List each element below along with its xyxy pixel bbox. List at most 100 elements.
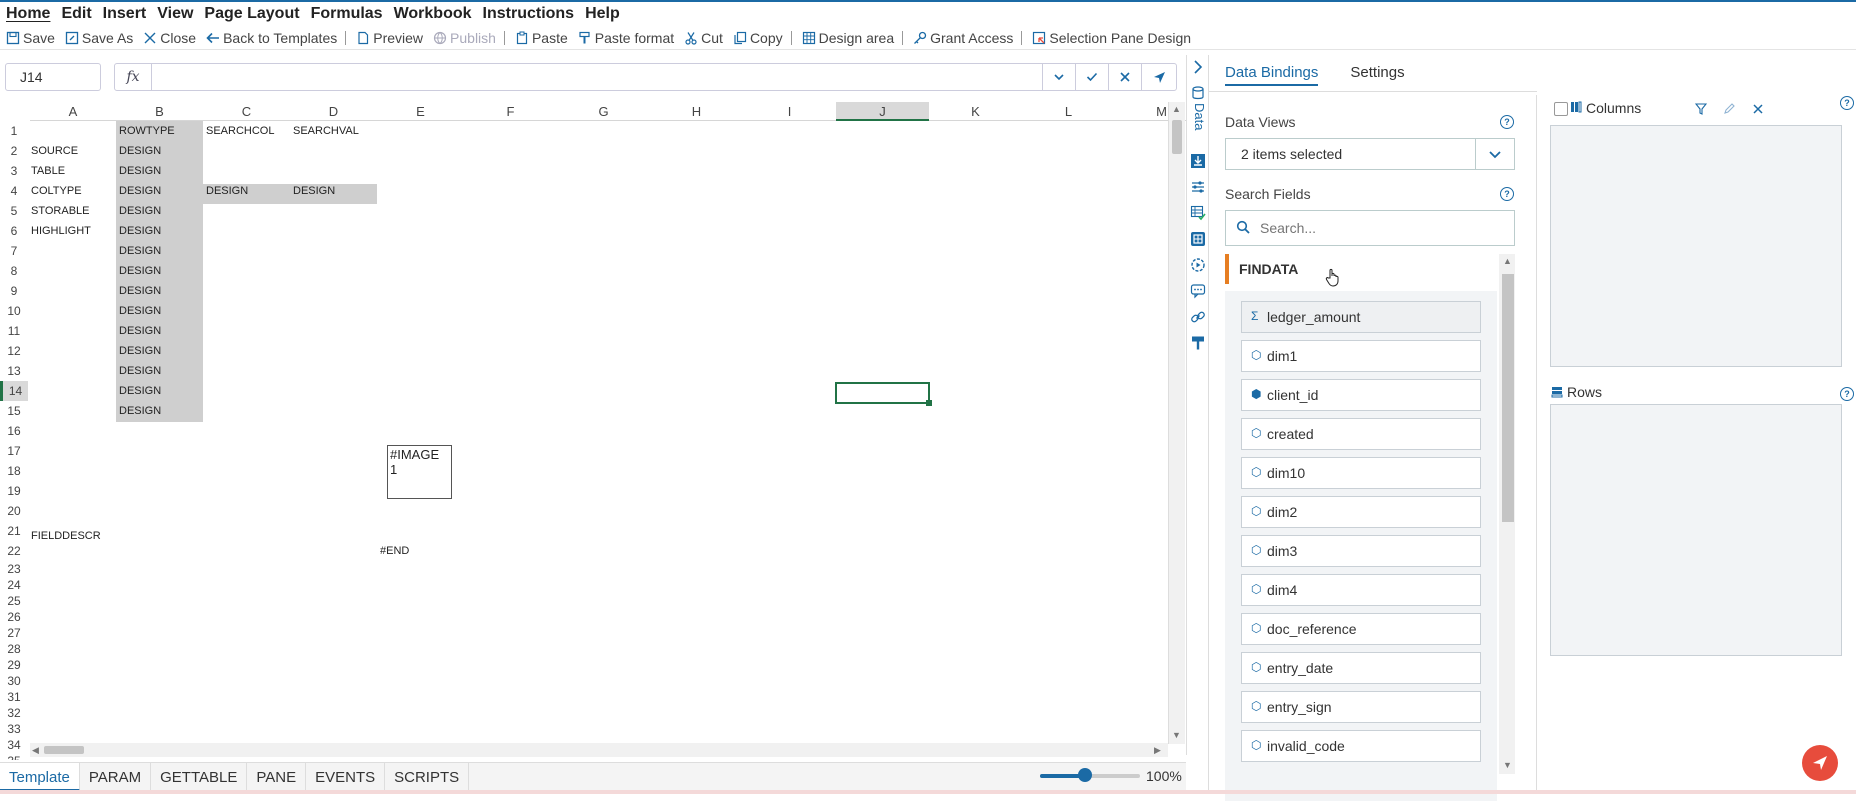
cell-b9[interactable]: DESIGN — [116, 281, 161, 301]
menu-page-layout[interactable]: Page Layout — [204, 5, 299, 23]
row-header-34[interactable]: 34 — [0, 737, 28, 753]
row-header-11[interactable]: 11 — [0, 321, 28, 341]
cell-a4[interactable]: COLTYPE — [28, 181, 82, 201]
column-header-f[interactable]: F — [464, 102, 557, 121]
save-button[interactable]: Save — [6, 30, 55, 46]
scroll-right-arrow[interactable]: ▶ — [1154, 745, 1161, 756]
copy-button[interactable]: Copy — [733, 30, 783, 46]
field-item[interactable]: ⬢ client_id — [1241, 379, 1481, 411]
cell-b11[interactable]: DESIGN — [116, 321, 161, 341]
formula-expand-button[interactable] — [1042, 63, 1076, 91]
grant-access-button[interactable]: Grant Access — [913, 30, 1013, 46]
save-as-button[interactable]: Save As — [65, 30, 133, 46]
search-fields-box[interactable] — [1225, 210, 1515, 246]
field-group-header[interactable]: FINDATA — [1225, 254, 1497, 284]
close-icon[interactable] — [1752, 103, 1764, 115]
cell-b2[interactable]: DESIGN — [116, 141, 161, 161]
cell-a23[interactable]: FIELDDESCR — [28, 526, 101, 546]
column-header-b[interactable]: B — [116, 102, 203, 121]
formula-cancel-button[interactable] — [1108, 63, 1142, 91]
field-item[interactable]: ⬡ dim4 — [1241, 574, 1481, 606]
image-placeholder[interactable]: #IMAGE 1 — [387, 445, 452, 499]
filter-icon[interactable] — [1695, 103, 1707, 115]
row-header-17[interactable]: 17 — [0, 441, 28, 461]
cell-b13[interactable]: DESIGN — [116, 361, 161, 381]
format-brush-icon[interactable] — [1190, 335, 1206, 351]
cell-a5[interactable]: STORABLE — [28, 201, 90, 221]
preview-button[interactable]: Preview — [356, 30, 423, 46]
scroll-up-arrow[interactable]: ▲ — [1172, 104, 1181, 114]
cell-d4[interactable]: DESIGN — [290, 181, 335, 201]
zoom-slider-knob[interactable] — [1078, 768, 1092, 782]
sheet-tab-gettable[interactable]: GETTABLE — [151, 763, 248, 791]
menu-help[interactable]: Help — [585, 5, 620, 23]
row-header-6[interactable]: 6 — [0, 221, 28, 241]
name-box[interactable]: J14 — [5, 63, 101, 91]
table-check-icon[interactable] — [1190, 205, 1206, 221]
sheet-tab-events[interactable]: EVENTS — [306, 763, 386, 791]
row-header-22[interactable]: 22 — [0, 541, 28, 561]
formula-send-button[interactable] — [1141, 63, 1177, 91]
field-item[interactable]: ⬡ invalid_code — [1241, 730, 1481, 762]
formula-input[interactable] — [151, 63, 1043, 91]
sliders-icon[interactable] — [1190, 179, 1206, 195]
sheet-tab-param[interactable]: PARAM — [80, 763, 152, 791]
design-area-button[interactable]: Design area — [802, 30, 894, 46]
row-header-26[interactable]: 26 — [0, 609, 28, 625]
cell-a2[interactable]: SOURCE — [28, 141, 78, 161]
cell-b5[interactable]: DESIGN — [116, 201, 161, 221]
row-header-31[interactable]: 31 — [0, 689, 28, 705]
formula-accept-button[interactable] — [1075, 63, 1109, 91]
row-header-10[interactable]: 10 — [0, 301, 28, 321]
column-header-i[interactable]: I — [743, 102, 836, 121]
field-item[interactable]: ⬡ doc_reference — [1241, 613, 1481, 645]
row-header-15[interactable]: 15 — [0, 401, 28, 421]
close-button[interactable]: Close — [143, 30, 196, 46]
row-header-14[interactable]: 14 — [0, 381, 28, 401]
cell-a6[interactable]: HIGHLIGHT — [28, 221, 91, 241]
field-list-scrollbar[interactable]: ▲ ▼ — [1499, 254, 1515, 774]
field-item[interactable]: ⬡ dim1 — [1241, 340, 1481, 372]
sheet-tab-scripts[interactable]: SCRIPTS — [385, 763, 470, 791]
menu-instructions[interactable]: Instructions — [483, 5, 575, 23]
cell-b10[interactable]: DESIGN — [116, 301, 161, 321]
column-header-j[interactable]: J — [836, 102, 929, 121]
row-header-12[interactable]: 12 — [0, 341, 28, 361]
cell-b15[interactable]: DESIGN — [116, 401, 161, 421]
row-header-5[interactable]: 5 — [0, 201, 28, 221]
field-item[interactable]: ⬡ entry_sign — [1241, 691, 1481, 723]
settings-play-icon[interactable] — [1190, 257, 1206, 273]
columns-drop-area[interactable] — [1550, 125, 1842, 367]
row-header-24[interactable]: 24 — [0, 577, 28, 593]
field-item[interactable]: Σledger_amount — [1241, 301, 1481, 333]
grid-box-icon[interactable] — [1190, 231, 1206, 247]
row-header-32[interactable]: 32 — [0, 705, 28, 721]
scroll-thumb[interactable] — [44, 746, 84, 754]
cell-b1[interactable]: ROWTYPE — [116, 121, 175, 141]
paste-format-button[interactable]: Paste format — [578, 30, 674, 46]
field-item[interactable]: ⬡ dim10 — [1241, 457, 1481, 489]
menu-view[interactable]: View — [157, 5, 193, 23]
row-header-9[interactable]: 9 — [0, 281, 28, 301]
scroll-thumb[interactable] — [1172, 120, 1182, 154]
cell-e24[interactable]: #END — [377, 541, 409, 561]
scroll-thumb[interactable] — [1502, 274, 1514, 522]
row-header-29[interactable]: 29 — [0, 657, 28, 673]
column-header-g[interactable]: G — [557, 102, 650, 121]
menu-insert[interactable]: Insert — [103, 5, 147, 23]
data-tab-label[interactable]: Data — [1192, 103, 1207, 130]
cell-b3[interactable]: DESIGN — [116, 161, 161, 181]
field-item[interactable]: ⬡ entry_date — [1241, 652, 1481, 684]
rows-drop-area[interactable] — [1550, 404, 1842, 656]
selection-pane-design-button[interactable]: Selection Pane Design — [1032, 30, 1191, 46]
menu-home[interactable]: Home — [6, 5, 50, 23]
row-header-3[interactable]: 3 — [0, 161, 28, 181]
cell-c1[interactable]: SEARCHCOL — [203, 121, 274, 141]
column-header-h[interactable]: H — [650, 102, 743, 121]
selected-cell-j14[interactable] — [835, 382, 932, 406]
tab-data-bindings[interactable]: Data Bindings — [1209, 55, 1334, 91]
field-item[interactable]: ⬡ dim2 — [1241, 496, 1481, 528]
row-header-28[interactable]: 28 — [0, 641, 28, 657]
cell-b4[interactable]: DESIGN — [116, 181, 161, 201]
cell-d1[interactable]: SEARCHVAL — [290, 121, 359, 141]
